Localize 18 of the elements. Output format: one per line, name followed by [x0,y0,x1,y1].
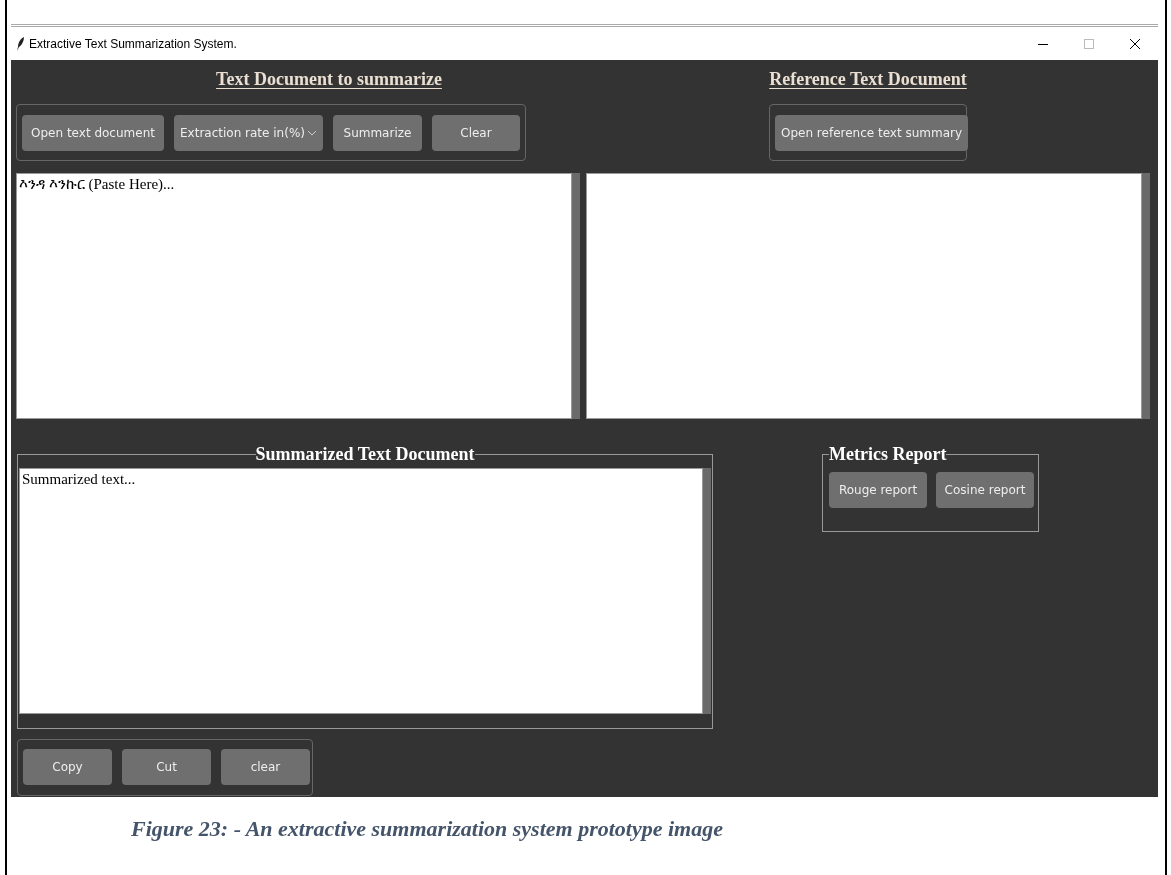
action-button[interactable]: Open text document [22,115,164,151]
action-button[interactable]: Summarize [332,115,422,151]
figure-caption: Figure 23: - An extractive summarization system prototype image [131,816,724,842]
section-heading: Reference Text Document [768,68,968,91]
section-heading: Text Document to summarize [215,68,443,91]
action-button[interactable]: Open reference text summary [775,115,969,151]
action-button[interactable]: Cut [122,749,211,785]
frame-title: Summarized Text Document [255,444,475,464]
text-area[interactable]: Summarized text... [19,468,703,714]
window-title: Extractive Text Summarization System. [29,36,238,51]
action-button[interactable]: Copy [23,749,112,785]
extraction-rate-dropdown[interactable]: Extraction rate in(%) [174,115,323,151]
action-button[interactable]: Cosine report [936,472,1034,508]
text-area[interactable]: እንዳ እንኩር (Paste Here)... [16,173,572,419]
action-button[interactable]: clear [221,749,310,785]
action-button[interactable]: Rouge report [829,472,927,508]
frame-title: Metrics Report [829,444,947,464]
action-button[interactable]: Clear [431,115,520,151]
